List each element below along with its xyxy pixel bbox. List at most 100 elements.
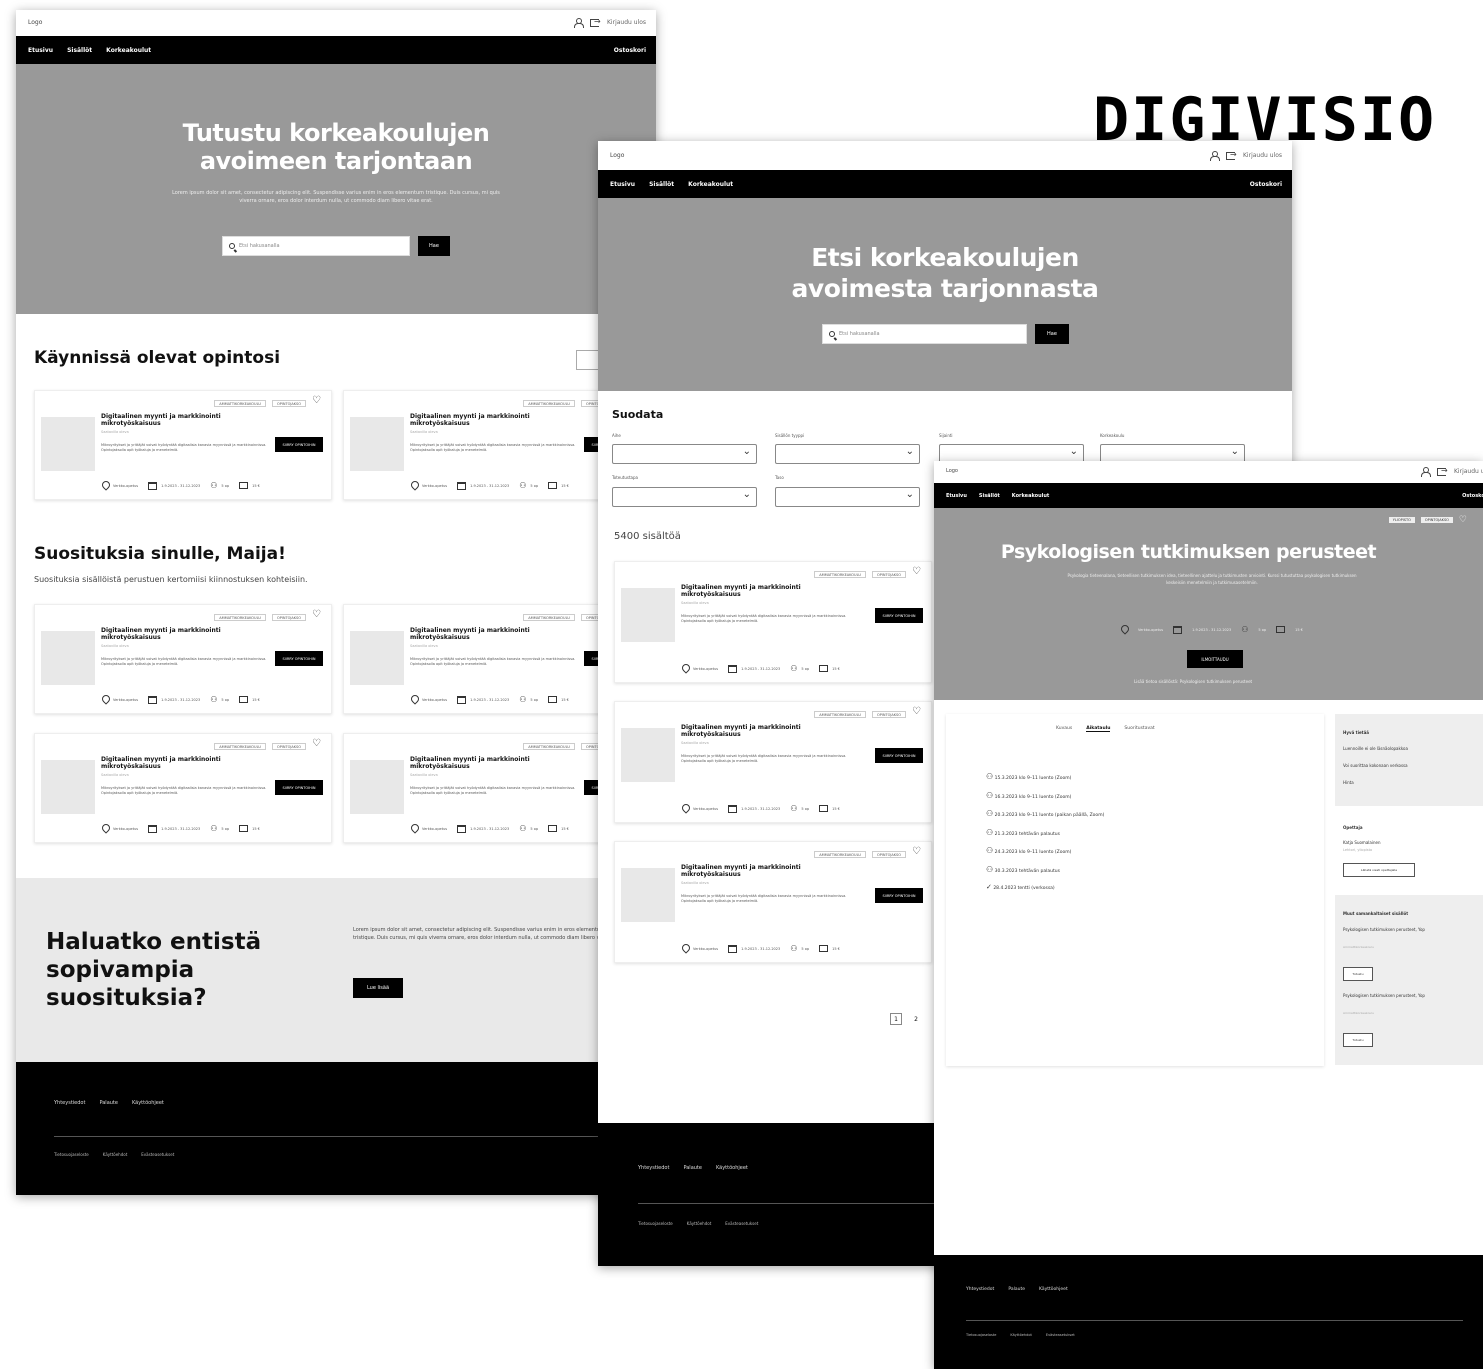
- logout-icon[interactable]: [1226, 150, 1237, 160]
- course-thumbnail: [41, 417, 95, 471]
- favorite-icon[interactable]: [912, 706, 921, 718]
- card-title[interactable]: Digitaalinen myynti ja markkinointi mikr…: [410, 413, 580, 427]
- footer-legal-terms[interactable]: Käyttöehdot: [103, 1152, 128, 1157]
- nav-item-universities[interactable]: Korkeakoulut: [106, 47, 151, 54]
- nav-cart[interactable]: Ostoskori: [1250, 181, 1282, 188]
- card-action-button[interactable]: SIIRRY OPINTOIHIN: [275, 780, 323, 795]
- page-2-button[interactable]: 2: [910, 1013, 922, 1025]
- more-info-link[interactable]: Lisää tietoa sisällöstä: Psykologisen tu…: [1134, 679, 1252, 684]
- card-action-button[interactable]: SIIRRY OPINTOIHIN: [875, 608, 923, 623]
- course-card-body[interactable]: AMMATTIKORKEAKOULU OPINTOJAKSO Digitaali…: [34, 604, 332, 714]
- nav-item-home[interactable]: Etusivu: [946, 493, 967, 499]
- search-icon: [829, 331, 835, 337]
- page-1-button[interactable]: 1: [890, 1013, 902, 1025]
- favorite-icon[interactable]: [312, 395, 321, 407]
- footer-legal-cookies[interactable]: Evästeasetukset: [141, 1152, 174, 1157]
- card-title[interactable]: Digitaalinen myynti ja markkinointi mikr…: [681, 584, 851, 598]
- logo[interactable]: Logo: [946, 468, 958, 474]
- footer-link-contact[interactable]: Yhteystiedot: [54, 1100, 85, 1106]
- card-location: Verkko-opetus: [693, 946, 719, 951]
- course-card-body[interactable]: AMMATTIKORKEAKOULU OPINTOJAKSO Digitaali…: [343, 604, 641, 714]
- logout-icon[interactable]: [1437, 466, 1448, 476]
- footer-legal-terms[interactable]: Käyttöehdot: [687, 1221, 712, 1226]
- nav-cart[interactable]: Ostoskori: [614, 47, 646, 54]
- favorite-icon[interactable]: [312, 609, 321, 621]
- search-button[interactable]: Hae: [1035, 324, 1069, 344]
- related-item-title[interactable]: Psykologisen tutkimuksen perusteet, Yop: [1343, 927, 1433, 933]
- card-title[interactable]: Digitaalinen myynti ja markkinointi mikr…: [101, 627, 271, 641]
- course-card-body[interactable]: AMMATTIKORKEAKOULU OPINTOJAKSO Digitaali…: [34, 390, 332, 500]
- related-item-button[interactable]: Tutustu: [1343, 967, 1373, 981]
- card-title[interactable]: Digitaalinen myynti ja markkinointi mikr…: [101, 413, 271, 427]
- search-button[interactable]: Hae: [418, 236, 450, 256]
- nav-cart[interactable]: Ostoskori: [1462, 493, 1483, 499]
- search-input[interactable]: Etsi hakusanalla: [822, 324, 1027, 344]
- footer-legal-cookies[interactable]: Evästeasetukset: [1046, 1333, 1075, 1337]
- card-action-button[interactable]: SIIRRY OPINTOIHIN: [275, 437, 323, 452]
- tag-type: OPINTOJAKSO: [871, 570, 906, 578]
- tab-completion[interactable]: Suoritustavat: [1124, 726, 1154, 732]
- footer-link-help[interactable]: Käyttöohjeet: [132, 1100, 164, 1106]
- footer-link-contact[interactable]: Yhteystiedot: [638, 1165, 669, 1171]
- footer-legal-privacy[interactable]: Tietosuojaseloste: [966, 1333, 996, 1337]
- logout-link[interactable]: Kirjaudu ulos: [607, 19, 646, 26]
- course-card-body[interactable]: AMMATTIKORKEAKOULU OPINTOJAKSO Digitaali…: [343, 390, 641, 500]
- course-card-body[interactable]: AMMATTIKORKEAKOULU OPINTOJAKSO Digitaali…: [614, 841, 932, 963]
- message-teacher-button[interactable]: Lähetä viesti opettajalle: [1343, 863, 1415, 877]
- user-icon[interactable]: [1421, 467, 1431, 477]
- favorite-icon[interactable]: [312, 738, 321, 750]
- cta-button[interactable]: Lue lisää: [353, 978, 403, 998]
- nav-item-contents[interactable]: Sisällöt: [67, 47, 92, 54]
- footer-legal-privacy[interactable]: Tietosuojaseloste: [638, 1221, 673, 1226]
- filter-mode-select[interactable]: [612, 487, 757, 507]
- logo[interactable]: Logo: [28, 19, 42, 26]
- footer-link-feedback[interactable]: Palaute: [1008, 1287, 1025, 1292]
- good-to-know-line: Luennoille ei ole läsnäolopakkoa: [1343, 746, 1408, 751]
- footer-link-help[interactable]: Käyttöohjeet: [1039, 1287, 1068, 1292]
- card-title[interactable]: Digitaalinen myynti ja markkinointi mikr…: [410, 627, 580, 641]
- related-item-title[interactable]: Psykologisen tutkimuksen perusteet, Yop: [1343, 993, 1433, 999]
- card-title[interactable]: Digitaalinen myynti ja markkinointi mikr…: [681, 864, 851, 878]
- footer-legal-cookies[interactable]: Evästeasetukset: [725, 1221, 758, 1226]
- nav-item-home[interactable]: Etusivu: [28, 47, 53, 54]
- logout-link[interactable]: Kirjaudu ulos: [1454, 468, 1483, 475]
- card-action-button[interactable]: SIIRRY OPINTOIHIN: [875, 888, 923, 903]
- related-item-button[interactable]: Tutustu: [1343, 1033, 1373, 1047]
- user-icon[interactable]: [1210, 151, 1220, 161]
- footer-link-feedback[interactable]: Palaute: [683, 1165, 702, 1171]
- nav-item-contents[interactable]: Sisällöt: [649, 181, 674, 188]
- user-icon[interactable]: [574, 18, 584, 28]
- footer-link-feedback[interactable]: Palaute: [99, 1100, 118, 1106]
- nav-item-universities[interactable]: Korkeakoulut: [688, 181, 733, 188]
- card-title[interactable]: Digitaalinen myynti ja markkinointi mikr…: [681, 724, 851, 738]
- footer-link-help[interactable]: Käyttöohjeet: [716, 1165, 748, 1171]
- favorite-icon[interactable]: ♡: [1459, 516, 1467, 525]
- course-card-body[interactable]: AMMATTIKORKEAKOULU OPINTOJAKSO Digitaali…: [34, 733, 332, 843]
- tab-schedule[interactable]: Aikataulu: [1086, 726, 1111, 732]
- filter-label-location: Sijainti: [939, 433, 953, 438]
- card-title[interactable]: Digitaalinen myynti ja markkinointi mikr…: [101, 756, 271, 770]
- course-card-body[interactable]: AMMATTIKORKEAKOULU OPINTOJAKSO Digitaali…: [614, 701, 932, 823]
- filter-level-select[interactable]: [775, 487, 920, 507]
- tab-description[interactable]: Kuvaus: [1056, 726, 1072, 732]
- course-card-body[interactable]: AMMATTIKORKEAKOULU OPINTOJAKSO Digitaali…: [614, 561, 932, 683]
- card-action-button[interactable]: SIIRRY OPINTOIHIN: [275, 651, 323, 666]
- footer-legal-terms[interactable]: Käyttöehdot: [1010, 1333, 1031, 1337]
- card-action-button[interactable]: SIIRRY OPINTOIHIN: [875, 748, 923, 763]
- favorite-icon[interactable]: [912, 846, 921, 858]
- filter-type-select[interactable]: [775, 444, 920, 464]
- nav-item-contents[interactable]: Sisällöt: [979, 493, 1000, 499]
- logout-link[interactable]: Kirjaudu ulos: [1243, 152, 1282, 159]
- logout-icon[interactable]: [590, 17, 601, 27]
- course-card-body[interactable]: AMMATTIKORKEAKOULU OPINTOJAKSO Digitaali…: [343, 733, 641, 843]
- filter-topic-select[interactable]: [612, 444, 757, 464]
- logo[interactable]: Logo: [610, 152, 624, 159]
- enroll-button[interactable]: ILMOITTAUDU: [1187, 650, 1243, 668]
- favorite-icon[interactable]: [912, 566, 921, 578]
- footer-legal-privacy[interactable]: Tietosuojaseloste: [54, 1152, 89, 1157]
- nav-item-home[interactable]: Etusivu: [610, 181, 635, 188]
- nav-item-universities[interactable]: Korkeakoulut: [1012, 493, 1050, 499]
- footer-link-contact[interactable]: Yhteystiedot: [966, 1287, 994, 1292]
- card-title[interactable]: Digitaalinen myynti ja markkinointi mikr…: [410, 756, 580, 770]
- search-input[interactable]: Etsi hakusanalla: [222, 236, 410, 256]
